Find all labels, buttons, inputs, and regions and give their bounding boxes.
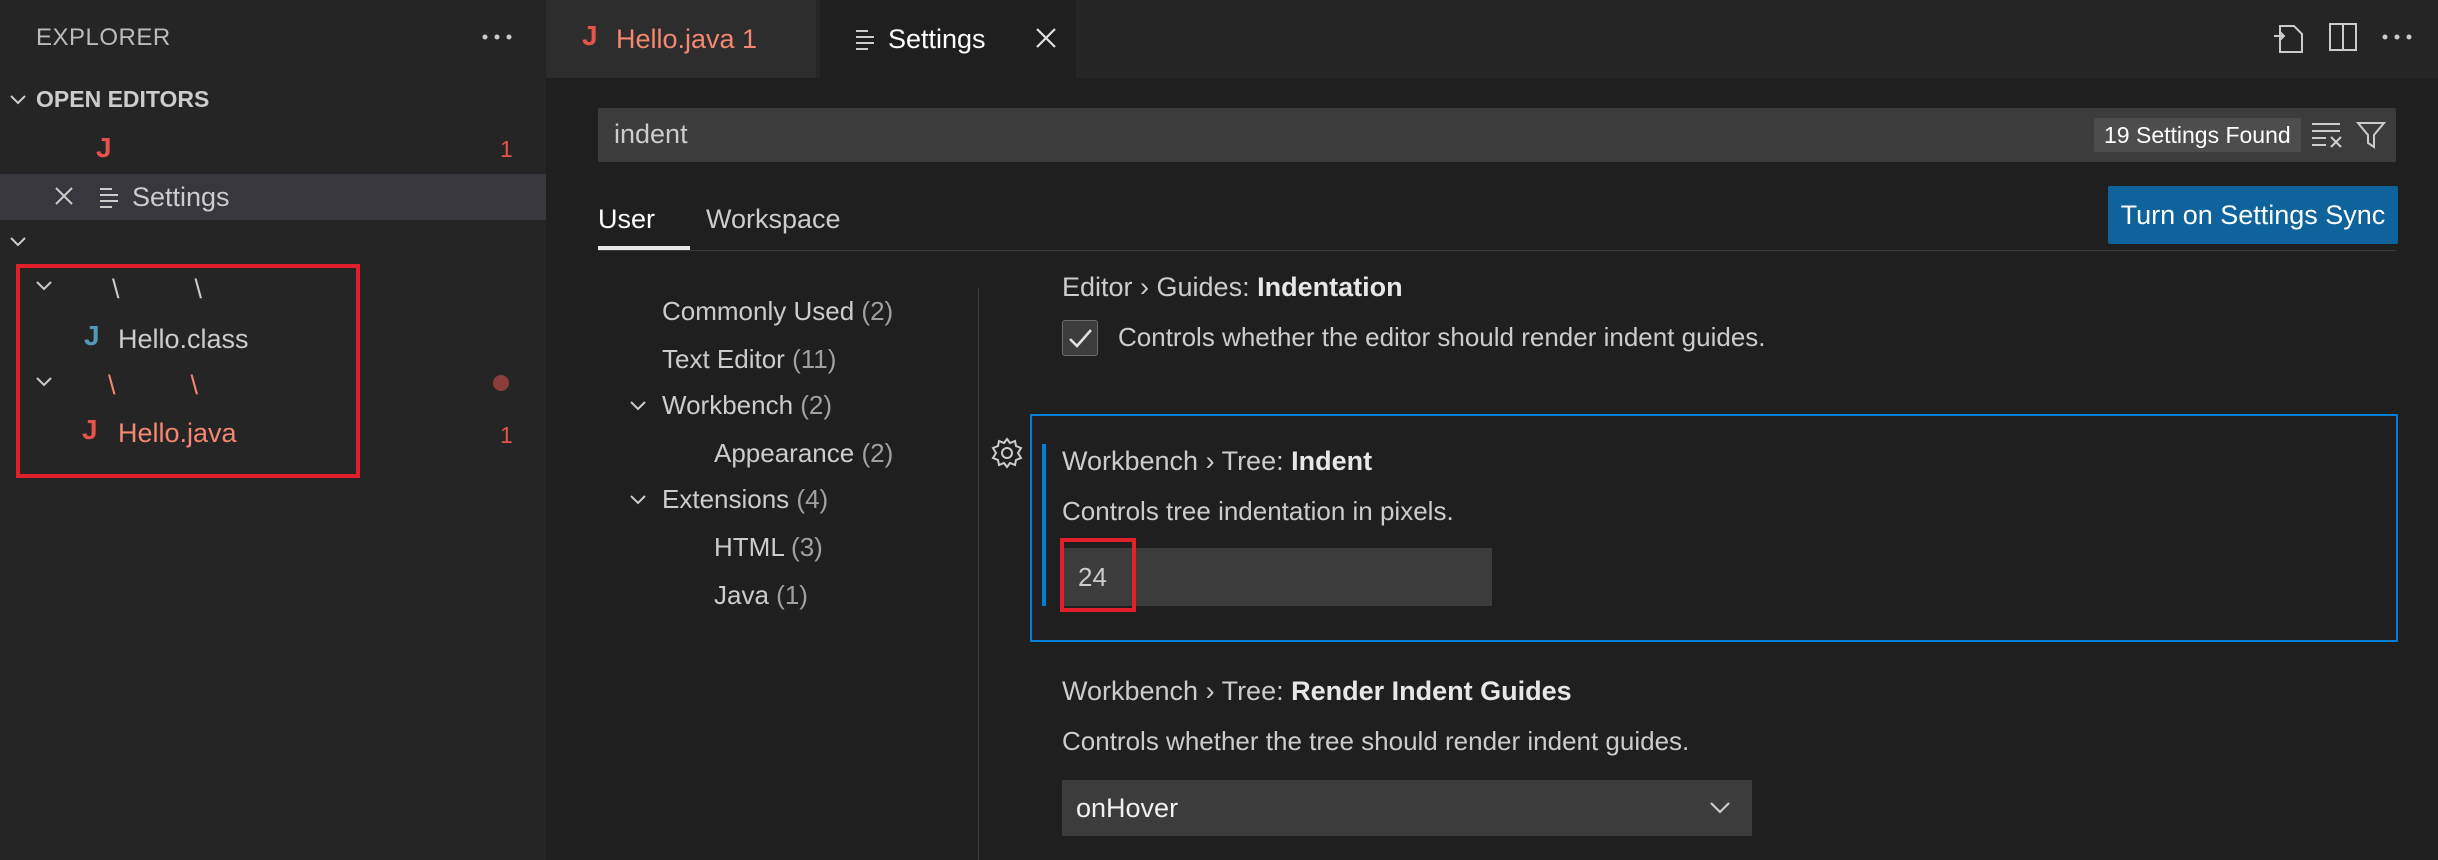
chevron-down-icon (1708, 798, 1732, 818)
close-icon[interactable] (52, 184, 76, 208)
render-indent-guides-select[interactable]: onHover (1062, 780, 1752, 836)
tab-user[interactable]: User (598, 204, 655, 235)
setting-title: Editor › Guides: Indentation (1062, 272, 1403, 302)
more-actions-icon[interactable] (2380, 26, 2414, 48)
more-actions-icon[interactable] (480, 26, 514, 48)
settings-editor-icon (854, 28, 876, 50)
search-value: indent (614, 119, 688, 149)
modified-dot-icon (492, 374, 510, 392)
open-settings-json-icon[interactable] (2272, 22, 2306, 54)
settings-sync-button[interactable]: Turn on Settings Sync (2108, 186, 2398, 244)
explorer-sidebar: EXPLORER OPEN EDITORS J 1 Settings \ \ J (0, 0, 546, 860)
tab-label: Hello.java 1 (616, 24, 758, 54)
chevron-down-icon[interactable] (628, 490, 648, 510)
clear-search-icon[interactable] (2310, 120, 2344, 148)
setting-title: Workbench › Tree: Render Indent Guides (1062, 676, 1572, 706)
settings-editor-icon (98, 186, 120, 208)
split-editor-icon[interactable] (2328, 22, 2358, 52)
toc-item-commonly-used[interactable]: Commonly Used (2) (662, 296, 893, 327)
chevron-down-icon[interactable] (628, 396, 648, 416)
open-editors-label: OPEN EDITORS (36, 86, 210, 112)
toc-divider (978, 288, 979, 860)
toc-item-extensions[interactable]: Extensions (4) (662, 484, 828, 515)
toc-item-workbench[interactable]: Workbench (2) (662, 390, 832, 421)
modified-indicator (1042, 444, 1046, 606)
java-file-icon: J (582, 20, 598, 51)
tab-hello-java[interactable]: J Hello.java 1 (546, 0, 816, 78)
scope-tab-divider (598, 250, 2396, 251)
settings-found-badge: 19 Settings Found (2094, 118, 2301, 152)
highlight-box-value (1060, 538, 1136, 612)
tab-workspace[interactable]: Workspace (706, 204, 841, 235)
open-editor-item-settings[interactable]: Settings (0, 174, 546, 220)
tab-label: Settings (888, 24, 986, 54)
toc-item-html[interactable]: HTML (3) (714, 532, 823, 563)
explorer-title: EXPLORER (36, 24, 171, 51)
setting-description: Controls whether the tree should render … (1062, 726, 1690, 756)
checkmark-icon (1069, 329, 1092, 348)
indent-guides-checkbox[interactable] (1062, 320, 1098, 356)
open-editors-header[interactable]: OPEN EDITORS (0, 84, 546, 116)
problem-count-badge: 1 (500, 136, 513, 162)
chevron-down-icon[interactable] (8, 232, 28, 252)
gear-icon[interactable] (990, 436, 1024, 470)
filter-icon[interactable] (2356, 120, 2386, 150)
java-file-icon: J (96, 132, 112, 163)
active-scope-indicator (598, 246, 690, 250)
toc-item-appearance[interactable]: Appearance (2) (714, 438, 893, 469)
settings-search-input[interactable]: indent 19 Settings Found (598, 108, 2396, 162)
chevron-down-icon (8, 90, 28, 110)
setting-description: Controls tree indentation in pixels. (1062, 496, 1454, 526)
select-value: onHover (1076, 793, 1179, 823)
tab-settings[interactable]: Settings (820, 0, 1076, 78)
problem-count-badge: 1 (500, 422, 513, 448)
highlight-box-tree (16, 264, 360, 478)
setting-title: Workbench › Tree: Indent (1062, 446, 1373, 476)
open-editor-label: Settings (132, 182, 230, 212)
open-editor-item-hello-java[interactable]: J 1 (0, 126, 546, 172)
close-icon[interactable] (1034, 26, 1058, 50)
toc-item-text-editor[interactable]: Text Editor (11) (662, 344, 836, 375)
setting-description: Controls whether the editor should rende… (1118, 322, 1766, 352)
toc-item-java[interactable]: Java (1) (714, 580, 808, 611)
